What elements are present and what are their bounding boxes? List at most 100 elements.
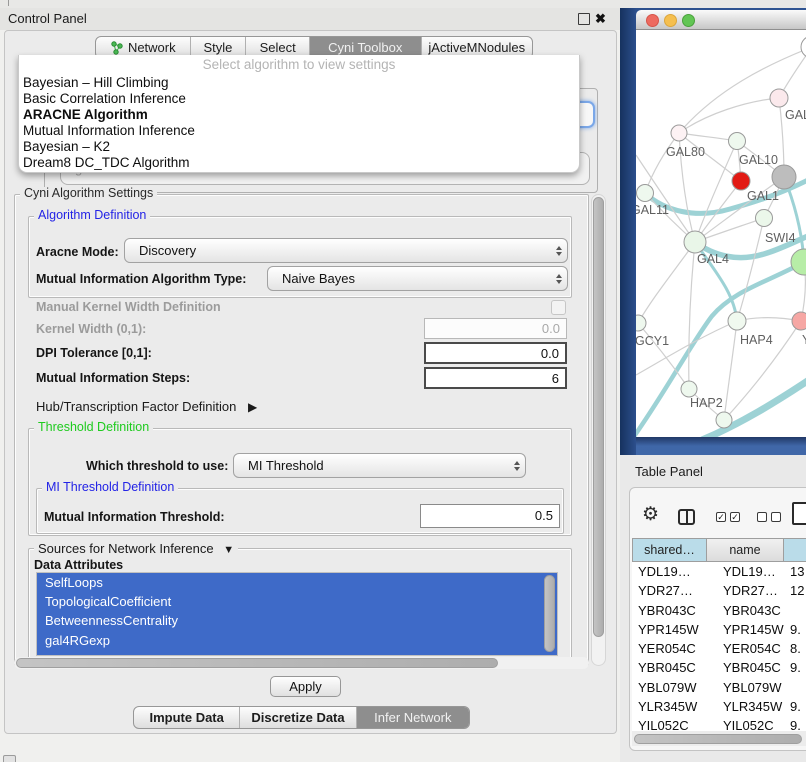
kernel-width-field[interactable]: 0.0 [424, 318, 567, 339]
stepper-icon [551, 274, 567, 284]
dropdown-item-aracne[interactable]: ARACNE Algorithm [19, 107, 579, 123]
aracne-mode-combobox[interactable]: Discovery [124, 238, 568, 263]
minimize-traffic-light-icon[interactable] [664, 14, 677, 27]
apply-button[interactable]: Apply [270, 676, 341, 697]
dropdown-item-basic-correlation[interactable]: Basic Correlation Inference [19, 91, 579, 107]
checked-checkbox-icon[interactable]: ✓ [716, 512, 726, 522]
node-gal11[interactable] [637, 185, 654, 202]
node-gal80[interactable] [671, 125, 687, 141]
control-panel-titlebar: Control Panel [0, 8, 620, 30]
node-labels: GAL GAL80 GAL10 GAL1 GAL11 SWI4 GAL4 GCY… [636, 108, 806, 410]
list-item-gal4rgexp[interactable]: gal4RGexp [37, 631, 557, 650]
dropdown-item-mutual-information[interactable]: Mutual Information Inference [19, 123, 579, 139]
dropdown-item-dream8[interactable]: Dream8 DC_TDC Algorithm [19, 155, 579, 171]
tab-impute-data[interactable]: Impute Data [134, 707, 239, 728]
expand-right-icon[interactable]: ▶ [248, 400, 257, 414]
network-frame-edge [620, 8, 636, 455]
mi-threshold-field[interactable]: 0.5 [420, 504, 560, 528]
unchecked-checkbox-icon[interactable] [757, 512, 767, 522]
mi-threshold-group-title: MI Threshold Definition [42, 481, 178, 494]
node-bottom[interactable] [716, 412, 732, 428]
node-hap4[interactable] [728, 312, 746, 330]
attributes-scrollbar-thumb[interactable] [544, 575, 555, 652]
label-gal4: GAL4 [697, 252, 729, 266]
manual-kernel-checkbox[interactable] [551, 300, 566, 315]
table-hscrollbar-thumb[interactable] [634, 734, 802, 744]
node-hap2[interactable] [681, 381, 697, 397]
close-icon[interactable]: ✖ [595, 9, 606, 29]
tab-infer-network[interactable]: Infer Network [356, 707, 469, 728]
gear-icon[interactable]: ⚙ [642, 504, 659, 526]
table-row[interactable]: YPR145WYPR145W9. [632, 620, 806, 639]
network-view-canvas[interactable]: GAL GAL80 GAL10 GAL1 GAL11 SWI4 GAL4 GCY… [636, 30, 806, 437]
list-item-partial[interactable] [37, 650, 557, 656]
label-gal11: GAL11 [636, 203, 669, 217]
column-header-shared[interactable]: shared… [632, 538, 707, 562]
stepper-icon [551, 246, 567, 256]
network-graph: GAL GAL80 GAL10 GAL1 GAL11 SWI4 GAL4 GCY… [636, 30, 806, 437]
node-gray[interactable] [772, 165, 796, 189]
table-row[interactable]: YER054CYER054C8. [632, 639, 806, 658]
dpi-tolerance-label: DPI Tolerance [0,1]: [36, 346, 152, 360]
zoom-traffic-light-icon[interactable] [682, 14, 695, 27]
collapse-down-icon[interactable]: ▼ [223, 544, 234, 556]
stepper-icon [509, 461, 525, 471]
table-row[interactable]: YBL079WYBL079W [632, 678, 806, 697]
tab-network-label: Network [128, 40, 176, 55]
dropdown-item-bayesian-k2[interactable]: Bayesian – K2 [19, 139, 579, 155]
settings-scrollbar-thumb[interactable] [593, 197, 604, 637]
table-row[interactable]: YBR045CYBR045C9. [632, 658, 806, 677]
table-row[interactable]: YLR345WYLR345W9. [632, 697, 806, 716]
network-window-titlebar[interactable] [636, 10, 806, 30]
which-threshold-label: Which threshold to use: [86, 459, 228, 473]
float-window-icon[interactable] [578, 13, 590, 25]
bottom-tabs: Impute Data Discretize Data Infer Networ… [133, 706, 470, 729]
node-y[interactable] [792, 312, 806, 330]
node-swi4[interactable] [756, 210, 773, 227]
list-item-topologicalcoefficient[interactable]: TopologicalCoefficient [37, 592, 557, 611]
aracne-mode-label: Aracne Mode: [36, 245, 119, 259]
tab-discretize-data[interactable]: Discretize Data [239, 707, 355, 728]
mi-steps-field[interactable]: 6 [424, 367, 567, 389]
table-row[interactable]: YDR27…YDR27…12 [632, 581, 806, 600]
node-gal-top[interactable] [770, 89, 788, 107]
collapsed-panel-icon[interactable] [3, 755, 16, 762]
list-item-betweennesscentrality[interactable]: BetweennessCentrality [37, 611, 557, 630]
dropdown-placeholder: Select algorithm to view settings [19, 55, 579, 75]
node-gal1[interactable] [732, 172, 750, 190]
mi-type-combobox[interactable]: Naive Bayes [267, 266, 568, 291]
window-bottom-shadow [636, 437, 806, 446]
node[interactable] [801, 36, 806, 58]
checked-checkbox-icon[interactable]: ✓ [730, 512, 740, 522]
which-threshold-combobox[interactable]: MI Threshold [233, 453, 526, 478]
table-row[interactable]: YDL19…YDL19…13 [632, 562, 806, 581]
dropdown-item-bayesian-hill-climbing[interactable]: Bayesian – Hill Climbing [19, 75, 579, 91]
list-item-selfloops[interactable]: SelfLoops [37, 573, 557, 592]
table-row[interactable]: YBR043CYBR043C [632, 601, 806, 620]
settings-hscrollbar-thumb[interactable] [16, 658, 498, 668]
column-layout-icon[interactable] [678, 509, 695, 525]
control-panel-title: Control Panel [8, 11, 87, 26]
column-header-partial[interactable] [783, 538, 806, 562]
label-swi4: SWI4 [765, 231, 796, 245]
hub-definition-expander[interactable]: Hub/Transcription Factor Definition ▶ [36, 399, 257, 414]
node-gcy1[interactable] [636, 315, 646, 331]
mi-threshold-label: Mutual Information Threshold: [44, 510, 225, 524]
node-gal4[interactable] [684, 231, 706, 253]
document-icon[interactable] [792, 502, 806, 525]
label-hap2: HAP2 [690, 396, 723, 410]
node-gal10[interactable] [729, 133, 746, 150]
table-row[interactable]: YIL052CYIL052C9. [632, 716, 806, 731]
unchecked-checkbox-icon[interactable] [771, 512, 781, 522]
node-green-large[interactable] [791, 249, 806, 275]
mi-steps-label: Mutual Information Steps: [36, 371, 190, 385]
close-traffic-light-icon[interactable] [646, 14, 659, 27]
label-gal1: GAL1 [747, 189, 779, 203]
dpi-tolerance-field[interactable]: 0.0 [424, 342, 567, 364]
label-hap4: HAP4 [740, 333, 773, 347]
sources-collapser[interactable]: Sources for Network Inference ▼ [34, 541, 238, 556]
label-gal80: GAL80 [666, 145, 705, 159]
column-header-name[interactable]: name [706, 538, 784, 562]
top-strip [0, 0, 806, 8]
label-y: Y [802, 333, 806, 347]
